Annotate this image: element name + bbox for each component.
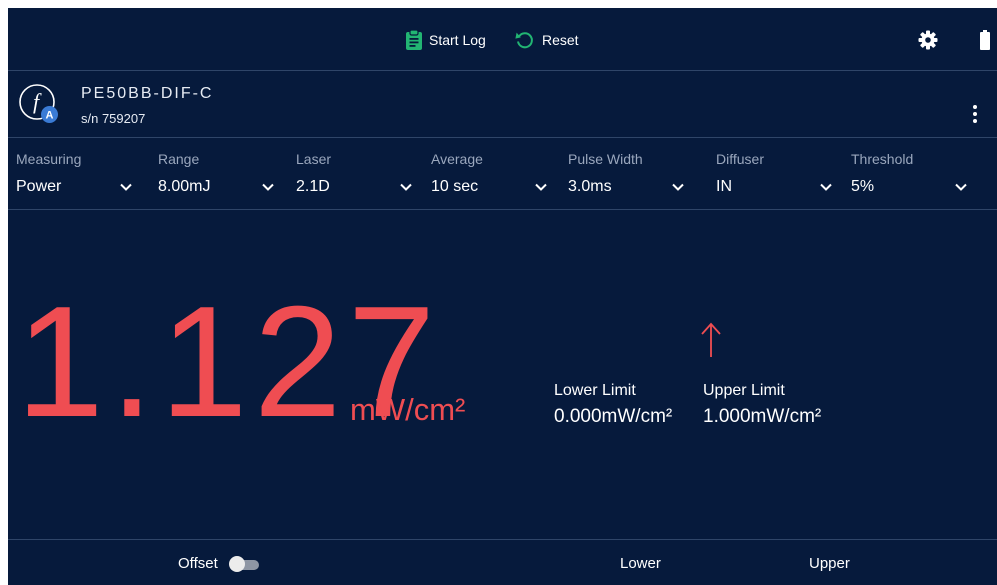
chevron-down-icon: [400, 183, 412, 191]
dropdown-label: Measuring: [16, 151, 82, 167]
reset-icon: [515, 32, 533, 49]
sensor-badge-letter: A: [46, 110, 54, 122]
dropdown-pulse-width[interactable]: Pulse Width 3.0ms: [568, 137, 694, 209]
device-serial: s/n 759207: [81, 111, 146, 126]
dropdown-value: 3.0ms: [568, 178, 612, 195]
chevron-down-icon: [120, 183, 132, 191]
dropdown-laser[interactable]: Laser 2.1D: [296, 137, 422, 209]
chevron-down-icon: [820, 183, 832, 191]
offset-toggle[interactable]: [229, 556, 259, 572]
dropdown-value: 10 sec: [431, 178, 479, 195]
lower-limit-title: Lower Limit: [554, 382, 636, 399]
dropdown-threshold[interactable]: Threshold 5%: [851, 137, 977, 209]
gear-icon[interactable]: [916, 28, 940, 52]
start-log-label: Start Log: [429, 32, 486, 48]
sensor-icon[interactable]: f A: [19, 84, 59, 124]
reset-label: Reset: [542, 32, 579, 48]
clipboard-icon: [406, 30, 422, 50]
top-bar: Start Log Reset: [8, 8, 997, 71]
device-row: f A PE50BB-DIF-C s/n 759207: [8, 70, 997, 138]
chevron-down-icon: [955, 183, 967, 191]
dropdown-label: Diffuser: [716, 151, 764, 167]
measurement-display: 1.127 mW/cm² Lower Limit 0.000mW/cm² Upp…: [8, 209, 997, 539]
dropdown-label: Average: [431, 151, 483, 167]
upper-limit-title: Upper Limit: [703, 382, 785, 399]
measurement-unit: mW/cm²: [350, 392, 466, 427]
lower-button[interactable]: Lower: [620, 555, 661, 572]
chevron-down-icon: [535, 183, 547, 191]
dropdown-value: 5%: [851, 178, 875, 195]
reset-button[interactable]: Reset: [515, 28, 579, 52]
lower-limit-value: 0.000mW/cm²: [554, 406, 673, 427]
chevron-down-icon: [262, 183, 274, 191]
settings-row: Measuring Power Range 8.00mJ Laser 2.1D Averag…: [8, 137, 997, 210]
more-vertical-icon[interactable]: [965, 103, 985, 125]
dropdown-value: Power: [16, 178, 62, 195]
offset-toggle-knob: [229, 556, 245, 572]
bottom-bar: Offset Lower Upper: [8, 539, 997, 585]
dropdown-average[interactable]: Average 10 sec: [431, 137, 557, 209]
dropdown-diffuser[interactable]: Diffuser IN: [716, 137, 842, 209]
power-meter-app: Start Log Reset f A PE50BB-DIF-C s/n 759…: [8, 8, 997, 585]
dropdown-value: 2.1D: [296, 178, 330, 195]
dropdown-label: Range: [158, 151, 200, 167]
dropdown-range[interactable]: Range 8.00mJ: [158, 137, 284, 209]
arrow-up-icon: [701, 322, 721, 357]
upper-limit-value: 1.000mW/cm²: [703, 406, 822, 427]
dropdown-label: Pulse Width: [568, 151, 643, 167]
dropdown-value: 8.00mJ: [158, 178, 211, 195]
dropdown-label: Laser: [296, 151, 332, 167]
chevron-down-icon: [672, 183, 684, 191]
start-log-button[interactable]: Start Log: [406, 28, 486, 52]
dropdown-measuring[interactable]: Measuring Power: [16, 137, 142, 209]
battery-icon: [980, 30, 990, 50]
dropdown-label: Threshold: [851, 151, 914, 167]
offset-label: Offset: [178, 555, 218, 572]
dropdown-value: IN: [716, 178, 732, 195]
upper-button[interactable]: Upper: [809, 555, 850, 572]
device-model: PE50BB-DIF-C: [81, 85, 214, 102]
